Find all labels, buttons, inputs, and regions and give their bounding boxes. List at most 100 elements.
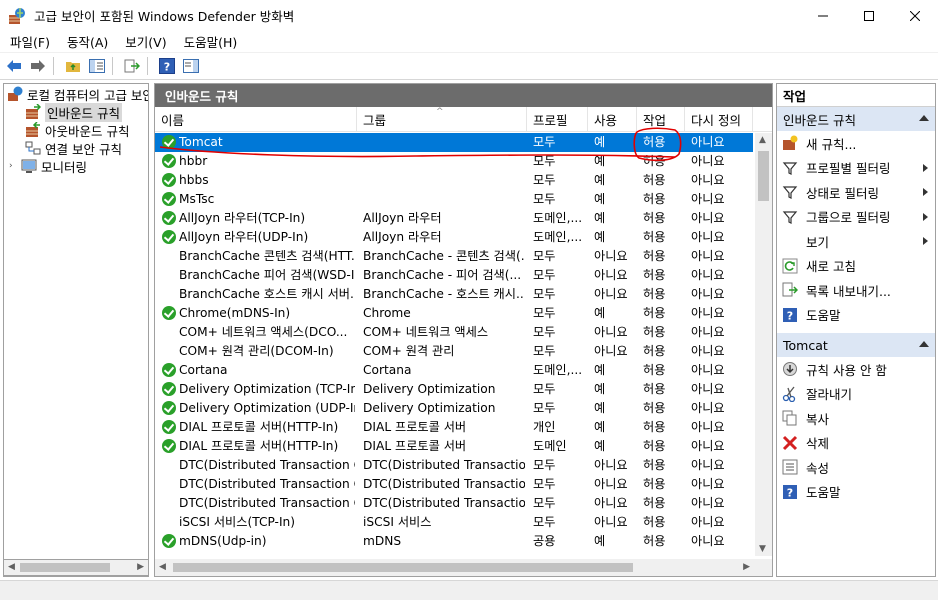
action-view[interactable]: 보기 [777, 229, 935, 254]
delete-x-icon [782, 435, 798, 451]
tree-item-inbound-rules[interactable]: 인바운드 규칙 [25, 102, 122, 122]
action-label: 그룹으로 필터링 [806, 210, 891, 226]
tree-item-outbound-rules[interactable]: 아웃바운드 규칙 [25, 121, 129, 139]
scissors-icon [782, 386, 798, 402]
action-label: 보기 [806, 234, 830, 250]
actions-section-inbound[interactable]: 인바운드 규칙 [777, 107, 935, 131]
help-icon: ? [782, 307, 798, 323]
maximize-button[interactable] [846, 0, 892, 31]
submenu-arrow-icon [923, 237, 928, 245]
refresh-icon [782, 258, 798, 274]
actions-pane: 작업 인바운드 규칙 새 규칙... 프로필별 필터링 상태로 필터링 그룹으로… [776, 83, 936, 577]
submenu-arrow-icon [923, 188, 928, 196]
action-label: 프로필별 필터링 [806, 161, 891, 177]
svg-text:?: ? [787, 309, 793, 322]
export-list-icon [782, 282, 799, 298]
tree-horizontal-scrollbar[interactable]: ◀ ▶ [3, 559, 149, 576]
menu-help[interactable]: 도움말(H) [174, 32, 245, 51]
help-icon: ? [782, 484, 798, 500]
monitoring-icon [21, 158, 37, 174]
tree-item-label: 인바운드 규칙 [45, 102, 122, 122]
action-label: 복사 [806, 411, 830, 427]
firewall-app-icon [8, 7, 26, 25]
status-bar [0, 580, 938, 600]
action-properties[interactable]: 속성 [777, 455, 935, 480]
outbound-rules-icon [25, 121, 41, 138]
action-copy[interactable]: 복사 [777, 406, 935, 431]
section-title: Tomcat [783, 337, 828, 353]
help-icon[interactable]: ? [157, 56, 177, 76]
action-disable-rule[interactable]: 규칙 사용 안 함 [777, 357, 935, 382]
tree-item-label: 모니터링 [41, 159, 88, 175]
up-folder-icon[interactable] [63, 56, 83, 76]
action-label: 상태로 필터링 [806, 185, 879, 201]
filter-icon [782, 160, 798, 176]
action-help-rule[interactable]: ? 도움말 [777, 480, 935, 505]
menu-file[interactable]: 파일(F) [0, 32, 57, 51]
tree-item-monitoring[interactable]: › 모니터링 [9, 157, 87, 175]
menu-bar: 파일(F) 동작(A) 보기(V) 도움말(H) [0, 31, 938, 53]
export-list-icon[interactable] [122, 56, 142, 76]
rules-list-pane: 인바운드 규칙 이름 그룹 프로필 사용 작업 다시 정의 ^ Tomcat 모두… [154, 83, 773, 577]
tree-item-connection-security[interactable]: 연결 보안 규칙 [25, 139, 122, 157]
inbound-rules-icon [25, 103, 42, 120]
action-label: 도움말 [806, 308, 841, 324]
blank-icon [782, 233, 798, 249]
connection-security-icon [25, 140, 41, 156]
action-label: 새로 고침 [806, 259, 856, 275]
action-cut[interactable]: 잘라내기 [777, 382, 935, 407]
submenu-arrow-icon [923, 163, 928, 172]
collapse-caret-icon[interactable] [919, 341, 929, 347]
action-export-list[interactable]: 목록 내보내기... [777, 278, 935, 303]
tree-item-label: 아웃바운드 규칙 [45, 123, 130, 139]
collapse-caret-icon[interactable] [919, 115, 929, 121]
window-title: 고급 보안이 포함된 Windows Defender 방화벽 [34, 9, 295, 24]
action-new-rule[interactable]: 새 규칙... [777, 131, 935, 156]
action-label: 도움말 [806, 485, 841, 501]
copy-icon [782, 410, 798, 426]
submenu-arrow-icon [923, 212, 928, 221]
action-label: 새 규칙... [806, 136, 857, 152]
scroll-right-icon[interactable]: ▶ [137, 562, 144, 572]
action-label: 속성 [806, 460, 830, 476]
svg-text:?: ? [164, 61, 170, 74]
action-label: 목록 내보내기... [806, 283, 891, 299]
section-title: 인바운드 규칙 [783, 112, 856, 128]
action-delete[interactable]: 삭제 [777, 431, 935, 456]
actions-header: 작업 [777, 84, 935, 107]
toolbar: ? [0, 53, 938, 80]
minimize-button[interactable] [800, 0, 846, 31]
firewall-icon [7, 86, 23, 102]
tree-root-local-computer[interactable]: 로컬 컴퓨터의 고급 보안 [7, 85, 149, 103]
new-rule-icon [782, 135, 798, 151]
filter-icon [782, 184, 798, 200]
scroll-left-icon[interactable]: ◀ [8, 562, 15, 572]
action-label: 잘라내기 [806, 387, 853, 403]
action-label: 삭제 [806, 436, 830, 452]
disable-rule-icon [782, 361, 798, 377]
action-filter-by-state[interactable]: 상태로 필터링 [777, 180, 935, 205]
tree-scroll-thumb[interactable] [20, 563, 110, 572]
action-filter-by-profile[interactable]: 프로필별 필터링 [777, 156, 935, 181]
expand-chevron-icon[interactable]: › [9, 161, 21, 171]
title-bar: 고급 보안이 포함된 Windows Defender 방화벽 [0, 0, 938, 31]
back-arrow-icon[interactable] [4, 56, 24, 76]
tree-item-label: 연결 보안 규칙 [45, 141, 122, 157]
forward-arrow-icon[interactable] [28, 56, 48, 76]
red-annotation-marks [159, 127, 682, 162]
menu-view[interactable]: 보기(V) [115, 32, 173, 51]
filter-icon [782, 209, 798, 225]
navigation-tree: 로컬 컴퓨터의 고급 보안 인바운드 규칙 아웃바운드 규칙 연결 보안 규칙 … [3, 83, 149, 577]
svg-text:?: ? [787, 486, 793, 499]
action-help[interactable]: ? 도움말 [777, 303, 935, 328]
close-button[interactable] [892, 0, 938, 31]
action-refresh[interactable]: 새로 고침 [777, 254, 935, 279]
actions-section-selected-rule[interactable]: Tomcat [777, 333, 935, 357]
properties-icon [782, 459, 798, 475]
tree-root-label: 로컬 컴퓨터의 고급 보안 [27, 87, 149, 103]
action-filter-by-group[interactable]: 그룹으로 필터링 [777, 205, 935, 230]
show-action-pane-icon[interactable] [181, 56, 201, 76]
action-label: 규칙 사용 안 함 [806, 362, 887, 378]
show-hide-tree-icon[interactable] [87, 56, 107, 76]
menu-action[interactable]: 동작(A) [57, 32, 115, 51]
